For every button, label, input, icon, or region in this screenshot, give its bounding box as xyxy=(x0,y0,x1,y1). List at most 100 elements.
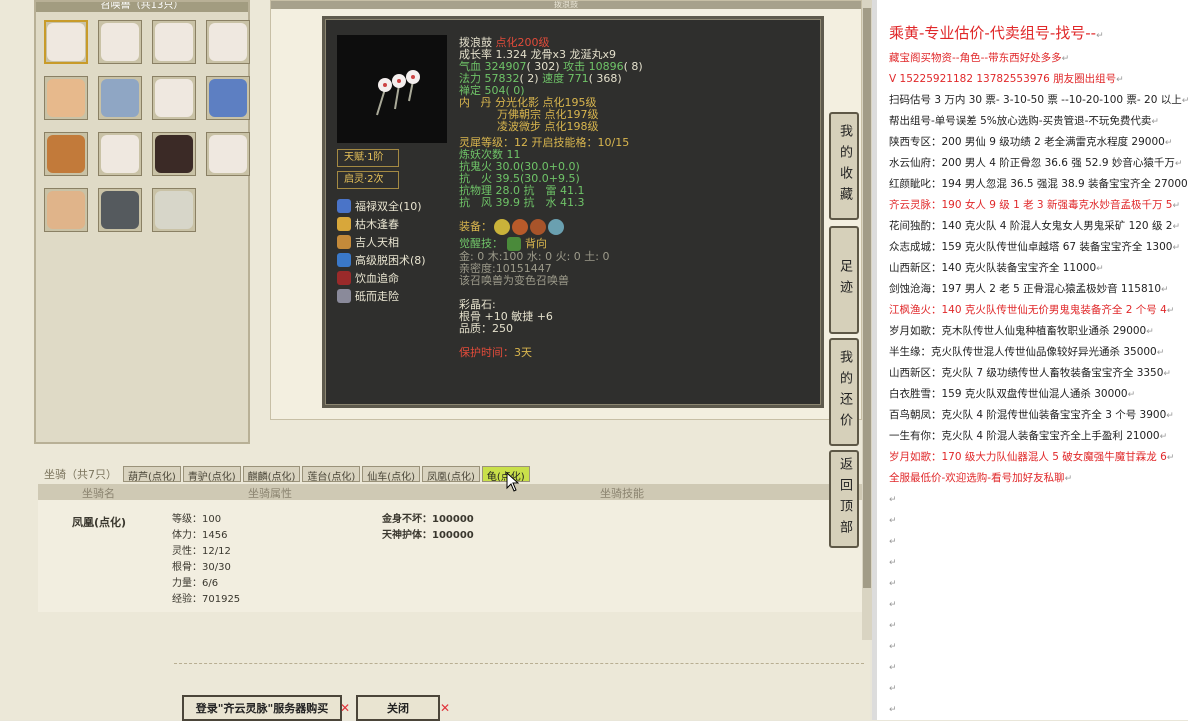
seller-text: 帮出组号-单号误差 5%放心选购-买贵管退-不玩免费代卖 xyxy=(889,115,1151,127)
pet-slot[interactable] xyxy=(44,20,88,64)
seller-text-line: 红颜眦叱：194 男人忽混 36.5 强混 38.9 装备宝宝齐全 27000↵ xyxy=(889,174,1188,195)
pet-slot[interactable] xyxy=(152,76,196,120)
pet-slot[interactable] xyxy=(98,20,142,64)
paragraph-mark-icon: ↵ xyxy=(1163,369,1171,379)
pet-avatar-icon xyxy=(155,23,193,61)
skill-name: 福禄双全(10) xyxy=(355,198,422,214)
close-x-icon-2: ✕ xyxy=(440,701,450,715)
paragraph-mark-icon: ↵ xyxy=(889,642,897,652)
seller-text-line: ↵ xyxy=(889,489,1188,510)
pet-slot[interactable] xyxy=(98,132,142,176)
pet-slot[interactable] xyxy=(98,188,142,232)
pet-panel: 召唤兽（共13只） xyxy=(34,0,250,444)
seller-text: 岁月如歌：170 级大力队仙器混人 5 破女魔强牛魔甘霖龙 6 xyxy=(889,451,1167,463)
seller-text-line: ↵ xyxy=(889,615,1188,636)
seller-text-panel: 乘黄-专业估价-代卖组号-找号--↵藏宝阁买物资--角色--带东西好处多多↵V … xyxy=(872,0,1188,720)
mount-tab[interactable]: 莲台(点化) xyxy=(302,466,360,482)
seller-text-line: 岁月如歌：170 级大力队仙器混人 5 破女魔强牛魔甘霖龙 6↵ xyxy=(889,447,1188,468)
pet-avatar-icon xyxy=(155,79,193,117)
paragraph-mark-icon: ↵ xyxy=(1096,31,1104,41)
skill-icon xyxy=(337,217,351,231)
paragraph-mark-icon: ↵ xyxy=(1161,285,1169,295)
seller-text-line: 一生有你：克火队 4 阶混人装备宝宝齐全上手盈利 21000↵ xyxy=(889,426,1188,447)
mount-attr: 等级：100 xyxy=(172,512,240,528)
paragraph-mark-icon: ↵ xyxy=(1175,159,1183,169)
pet-skill-row[interactable]: 饮血追命 xyxy=(337,269,426,287)
mount-table-body: 凤凰(点化) 等级：100体力：1456灵性：12/12根骨：30/30力量：6… xyxy=(38,500,862,612)
equipment-icon[interactable] xyxy=(494,219,510,235)
qiling-tag-label: 启灵·2次 xyxy=(344,174,384,185)
mount-tab[interactable]: 青驴(点化) xyxy=(183,466,241,482)
pet-slot[interactable] xyxy=(152,188,196,232)
paragraph-mark-icon: ↵ xyxy=(1096,264,1104,274)
skill-name: 吉人天相 xyxy=(355,234,399,250)
pet-avatar-icon xyxy=(47,191,85,229)
pet-slot[interactable] xyxy=(206,132,250,176)
pet-slot[interactable] xyxy=(44,132,88,176)
awaken-skill-icon[interactable] xyxy=(507,237,521,251)
seller-text: 百鸟朝凤：克火队 4 阶混传世仙装备宝宝齐全 3 个号 3900 xyxy=(889,409,1166,421)
equipment-icon[interactable] xyxy=(512,219,528,235)
seller-text: 乘黄-专业估价-代卖组号-找号-- xyxy=(889,24,1096,42)
seller-text-line: 全服最低价-欢迎选购-看号加好友私聊↵ xyxy=(889,468,1188,489)
pet-skill-row[interactable]: 福禄双全(10) xyxy=(337,197,426,215)
close-label: 关闭 xyxy=(387,700,409,716)
pet-avatar-icon xyxy=(209,23,247,61)
skill-icon xyxy=(337,253,351,267)
skill-name: 砥而走险 xyxy=(355,288,399,304)
mount-tab[interactable]: 凤凰(点化) xyxy=(422,466,480,482)
mount-attr: 灵性：12/12 xyxy=(172,544,240,560)
side-nav-button[interactable]: 我的还价 xyxy=(829,338,859,446)
mount-attr: 体力：1456 xyxy=(172,528,240,544)
seller-text-line: 山西新区：克火队 7 级功绩传世人畜牧装备宝宝齐全 3350↵ xyxy=(889,363,1188,384)
pet-slot[interactable] xyxy=(152,20,196,64)
paragraph-mark-icon: ↵ xyxy=(889,495,897,505)
pet-grid xyxy=(36,12,248,240)
pet-slot[interactable] xyxy=(206,20,250,64)
side-nav-label: 我的收藏 xyxy=(833,124,855,208)
equip-label: 装备： xyxy=(459,221,492,233)
seller-text-line: 水云仙府：200 男人 4 阶正骨忽 36.6 强 52.9 妙音心猿千万↵ xyxy=(889,153,1188,174)
paragraph-mark-icon: ↵ xyxy=(889,684,897,694)
page-scrollbar-thumb[interactable] xyxy=(863,8,871,588)
seller-text: 剑蚀沧海：197 男人 2 老 5 正骨混心猿孟极妙音 115810 xyxy=(889,283,1161,295)
mount-panel: 坐骑（共7只） 葫芦(点化)青驴(点化)麒麟(点化)莲台(点化)仙车(点化)凤凰… xyxy=(34,462,862,614)
pet-slot[interactable] xyxy=(152,132,196,176)
close-button[interactable]: 关闭 xyxy=(356,695,440,721)
skill-name: 枯木逢春 xyxy=(355,216,399,232)
seller-text-line: 帮出组号-单号误差 5%放心选购-买贵管退-不玩免费代卖↵ xyxy=(889,111,1188,132)
paragraph-mark-icon: ↵ xyxy=(1172,222,1180,232)
side-nav-button[interactable]: 我的收藏 xyxy=(829,112,859,220)
equipment-icon[interactable] xyxy=(530,219,546,235)
paragraph-mark-icon: ↵ xyxy=(1172,243,1180,253)
pet-slot[interactable] xyxy=(44,188,88,232)
side-nav-button[interactable]: 足迹 xyxy=(829,226,859,334)
awaken-label: 觉醒技： xyxy=(459,238,503,250)
mount-attr: 经验：701925 xyxy=(172,592,240,608)
mount-attr: 力量：6/6 xyxy=(172,576,240,592)
pet-skill-row[interactable]: 枯木逢春 xyxy=(337,215,426,233)
mount-tab[interactable]: 麒麟(点化) xyxy=(243,466,301,482)
mount-attr: 根骨：30/30 xyxy=(172,560,240,576)
paragraph-mark-icon: ↵ xyxy=(1146,327,1154,337)
pet-avatar-icon xyxy=(101,191,139,229)
spd-label: 速度 xyxy=(542,72,564,85)
mount-tab[interactable]: 葫芦(点化) xyxy=(123,466,181,482)
mount-tab[interactable]: 仙车(点化) xyxy=(362,466,420,482)
paragraph-mark-icon: ↵ xyxy=(889,621,897,631)
pet-slot[interactable] xyxy=(206,76,250,120)
paragraph-mark-icon: ↵ xyxy=(1165,138,1173,148)
pet-skill-row[interactable]: 吉人天相 xyxy=(337,233,426,251)
pet-slot[interactable] xyxy=(98,76,142,120)
pet-skill-row[interactable]: 高级脱困术(8) xyxy=(337,251,426,269)
info-panel-title: 拨浪鼓 xyxy=(271,1,861,9)
paragraph-mark-icon: ↵ xyxy=(889,537,897,547)
qiling-tag: 启灵·2次 xyxy=(337,171,399,189)
side-nav-button[interactable]: 返回顶部 xyxy=(829,450,859,548)
pet-skill-row[interactable]: 砥而走险 xyxy=(337,287,426,305)
equipment-icon[interactable] xyxy=(548,219,564,235)
login-buy-button[interactable]: 登录"齐云灵脉"服务器购买 xyxy=(182,695,342,721)
seller-text: 陕西专区：200 男仙 9 级功绩 2 老全满雷克水程度 29000 xyxy=(889,136,1165,148)
pet-slot[interactable] xyxy=(44,76,88,120)
pet-stats: 拨浪鼓 点化200级 成长率 1.324 龙骨x3 龙涎丸x9 气血 32490… xyxy=(459,37,643,359)
